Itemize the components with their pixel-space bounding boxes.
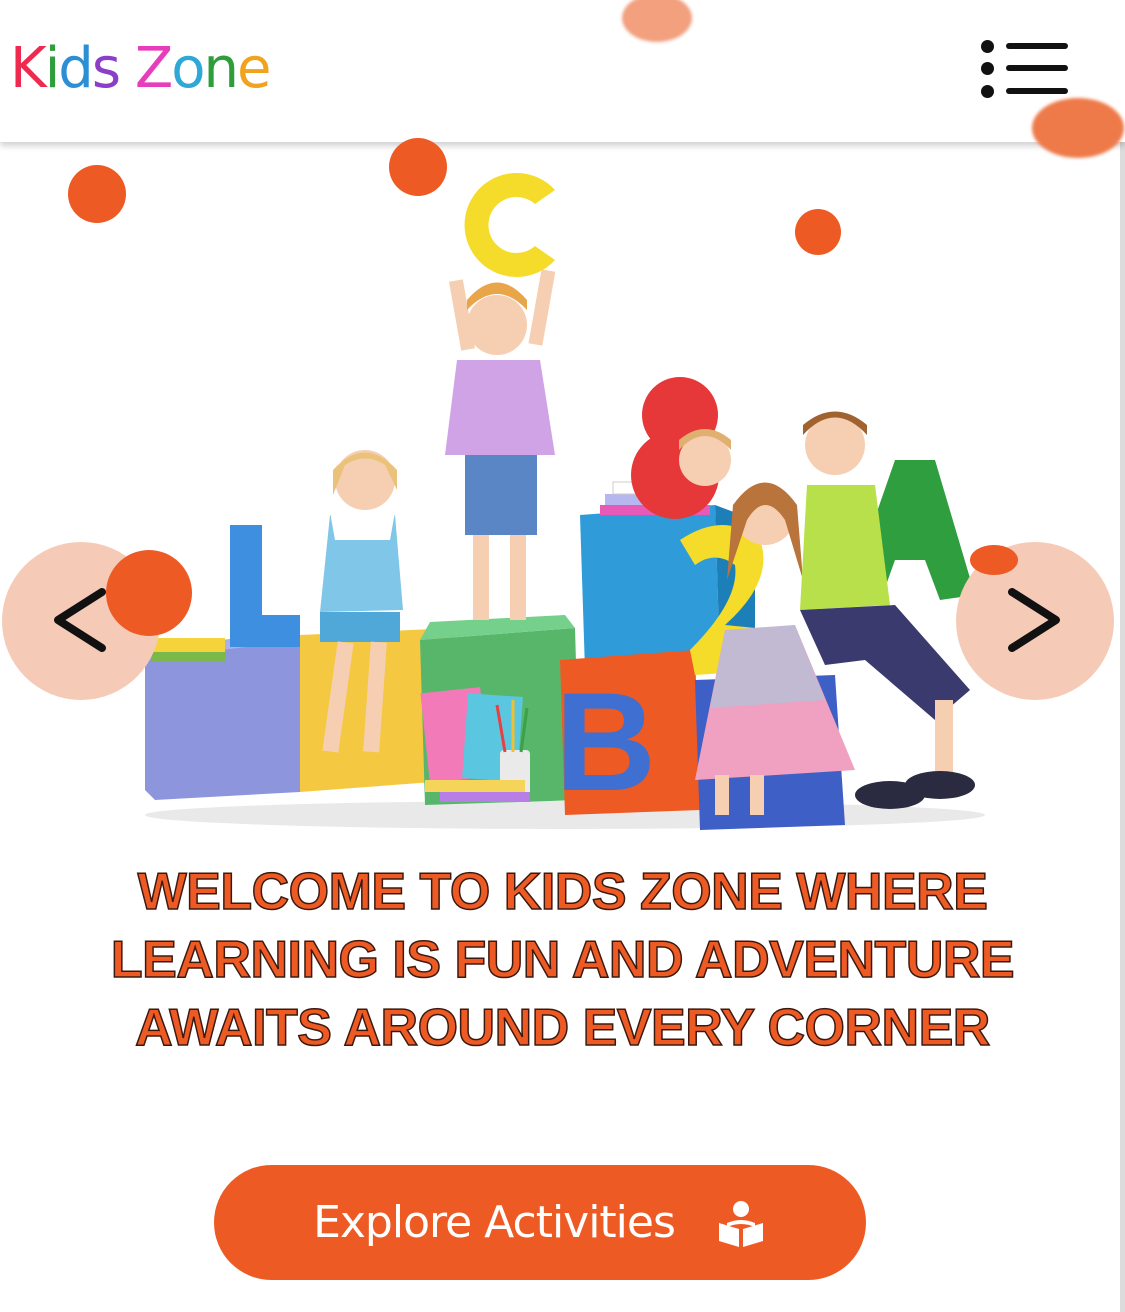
logo-letter: d xyxy=(58,36,94,101)
logo-letter: o xyxy=(171,36,205,101)
decorative-bubble xyxy=(68,165,126,223)
logo-letter: i xyxy=(44,36,61,101)
explore-activities-button[interactable]: Explore Activities xyxy=(214,1165,866,1280)
kids-zone-logo[interactable]: Kids Zone xyxy=(10,34,271,104)
decorative-bubble xyxy=(389,138,447,196)
kids-on-alphabet-blocks-illustration: B xyxy=(145,173,985,830)
logo-letter xyxy=(119,34,135,104)
logo-letter: K xyxy=(10,36,47,101)
logo-letter: s xyxy=(91,36,121,101)
svg-text:B: B xyxy=(555,663,656,820)
decorative-bubble xyxy=(1032,98,1124,158)
decorative-bubble xyxy=(795,209,841,255)
logo-letter: e xyxy=(236,36,271,101)
decorative-bubble xyxy=(106,550,192,636)
logo-letter: n xyxy=(203,36,238,101)
welcome-heading: Welcome to Kids Zone where learning is f… xyxy=(110,862,1015,1058)
menu-button[interactable] xyxy=(978,38,1074,100)
page-edge xyxy=(1120,0,1125,1312)
page: Kids Zone B WELCOME TO KIDS ZONE WHERE L… xyxy=(0,0,1125,1312)
reading-book-icon xyxy=(718,1200,763,1247)
site-header: Kids Zone xyxy=(0,0,1125,142)
logo-letter: Z xyxy=(134,36,173,101)
explore-activities-label: Explore Activities xyxy=(313,1197,676,1248)
decorative-bubble xyxy=(970,545,1018,575)
